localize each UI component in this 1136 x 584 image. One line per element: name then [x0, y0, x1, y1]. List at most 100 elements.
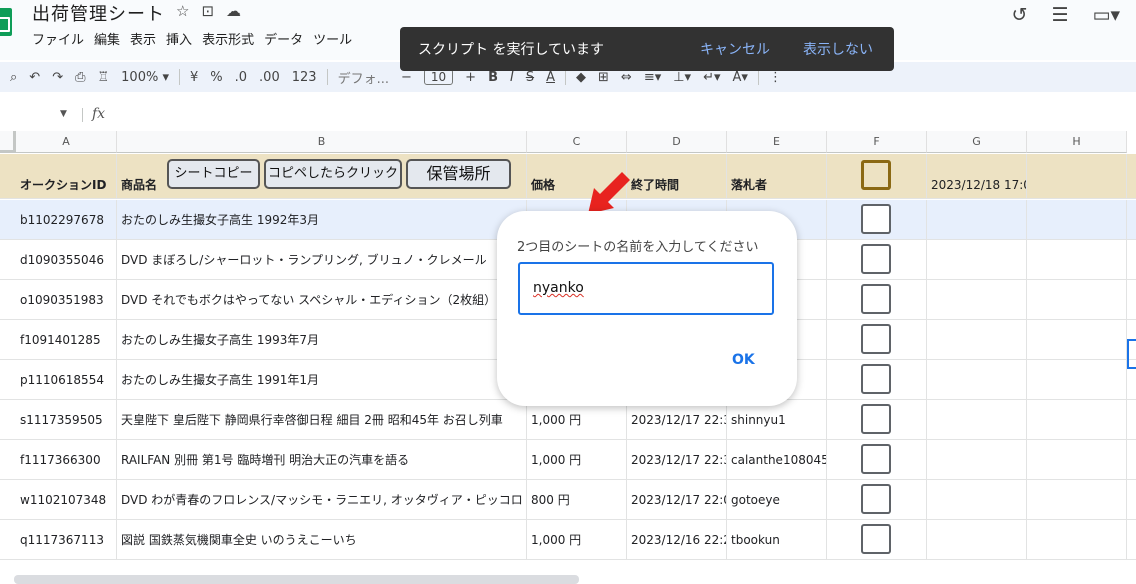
bold-button[interactable]: B	[488, 70, 498, 85]
cell-price[interactable]: 1,000 円	[527, 440, 627, 479]
cell-auction-id[interactable]: o1090351983	[16, 280, 117, 319]
select-all-corner[interactable]	[0, 131, 16, 153]
column-header-e[interactable]: E	[727, 131, 827, 153]
column-header-f[interactable]: F	[827, 131, 927, 153]
cell-g[interactable]	[927, 400, 1027, 439]
print-icon[interactable]: ⎙	[75, 70, 85, 85]
toast-dismiss-button[interactable]: 表示しない	[803, 39, 873, 59]
cell-product-name[interactable]: RAILFAN 別冊 第1号 臨時増刊 明治大正の汽車を語る	[117, 440, 527, 479]
menu-format[interactable]: 表示形式	[202, 29, 254, 48]
cloud-icon[interactable]: ☁	[226, 2, 241, 20]
cell-g[interactable]	[927, 480, 1027, 519]
cell-g[interactable]	[927, 440, 1027, 479]
row-checkbox[interactable]	[861, 284, 891, 314]
row-checkbox[interactable]	[861, 404, 891, 434]
row-checkbox[interactable]	[861, 324, 891, 354]
horizontal-scrollbar[interactable]	[14, 575, 579, 584]
menu-view[interactable]: 表示	[130, 29, 156, 48]
cell-h[interactable]	[1027, 240, 1127, 279]
row-checkbox[interactable]	[861, 364, 891, 394]
cell-g[interactable]	[927, 520, 1027, 559]
vertical-align-icon[interactable]: ⊥▾	[673, 70, 691, 85]
more-options-icon[interactable]: ⋮	[769, 70, 782, 85]
menu-tools[interactable]: ツール	[313, 29, 352, 48]
cell-winner[interactable]: calanthe1080459	[727, 440, 827, 479]
column-header-d[interactable]: D	[627, 131, 727, 153]
header-auction-id[interactable]: オークションID	[16, 154, 117, 198]
cell-h[interactable]	[1027, 520, 1127, 559]
menu-file[interactable]: ファイル	[32, 29, 84, 48]
row-checkbox[interactable]	[861, 444, 891, 474]
name-box-dropdown-icon[interactable]: ▼	[60, 109, 67, 119]
font-select[interactable]: デフォ...	[338, 68, 389, 87]
history-icon[interactable]: ↺	[1012, 4, 1028, 26]
font-size-increase[interactable]: +	[465, 70, 476, 85]
cell-auction-id[interactable]: f1117366300	[16, 440, 117, 479]
cell-product-name[interactable]: 天皇陛下 皇后陛下 静岡県行幸啓御日程 細目 2冊 昭和45年 お召し列車	[117, 400, 527, 439]
toast-cancel-button[interactable]: キャンセル	[700, 39, 770, 59]
column-header-c[interactable]: C	[527, 131, 627, 153]
document-title[interactable]: 出荷管理シート	[32, 0, 165, 26]
menu-insert[interactable]: 挿入	[166, 29, 192, 48]
cell-auction-id[interactable]: d1090355046	[16, 240, 117, 279]
sheets-logo-icon[interactable]	[0, 8, 12, 36]
strikethrough-button[interactable]: S	[526, 70, 534, 85]
cell-g[interactable]	[927, 280, 1027, 319]
header-winner[interactable]: 落札者	[727, 154, 827, 198]
header-date[interactable]: 2023/12/18 17:0	[927, 154, 1027, 198]
column-header-g[interactable]: G	[927, 131, 1027, 153]
cell-product-name[interactable]: DVD それでもボクはやってない スペシャル・エディション（2枚組）	[117, 280, 527, 319]
fill-color-icon[interactable]: ◆	[576, 70, 586, 85]
cell-auction-id[interactable]: q1117367113	[16, 520, 117, 559]
cell-h[interactable]	[1027, 280, 1127, 319]
cell-h[interactable]	[1027, 200, 1127, 239]
storage-location-button[interactable]: 保管場所	[406, 159, 511, 189]
cell-h[interactable]	[1027, 480, 1127, 519]
row-checkbox[interactable]	[861, 244, 891, 274]
cell-product-name[interactable]: おたのしみ生撮女子高生 1993年7月	[117, 320, 527, 359]
text-color-button[interactable]: A	[546, 70, 555, 85]
undo-icon[interactable]: ↶	[29, 70, 40, 85]
video-icon[interactable]: ▭▾	[1093, 4, 1121, 26]
star-icon[interactable]: ☆	[176, 2, 189, 20]
menu-data[interactable]: データ	[264, 29, 303, 48]
text-rotation-icon[interactable]: A▾	[733, 70, 748, 85]
cell-winner[interactable]: tbookun	[727, 520, 827, 559]
sheet-name-input[interactable]: nyanko	[518, 262, 774, 315]
cell-g[interactable]	[927, 200, 1027, 239]
cell-product-name[interactable]: おたのしみ生撮女子高生 1992年3月	[117, 200, 527, 239]
redo-icon[interactable]: ↷	[52, 70, 63, 85]
text-wrap-icon[interactable]: ↵▾	[703, 70, 720, 85]
sheet-copy-button[interactable]: シートコピー	[167, 159, 260, 189]
merge-cells-icon[interactable]: ⇔	[621, 70, 632, 85]
paint-format-icon[interactable]: ♖	[98, 70, 110, 85]
zoom-select[interactable]: 100% ▾	[121, 70, 169, 85]
decrease-decimal-button[interactable]: .0	[235, 70, 247, 85]
dialog-ok-button[interactable]: OK	[732, 352, 755, 368]
increase-decimal-button[interactable]: .00	[259, 70, 280, 85]
cell-h[interactable]	[1027, 440, 1127, 479]
column-header-h[interactable]: H	[1027, 131, 1127, 153]
cell-end-time[interactable]: 2023/12/17 22:3	[627, 440, 727, 479]
cell-end-time[interactable]: 2023/12/17 22:0	[627, 480, 727, 519]
cell-winner[interactable]: gotoeye	[727, 480, 827, 519]
font-size-input[interactable]: 10	[423, 69, 454, 85]
row-checkbox[interactable]	[861, 484, 891, 514]
cell-product-name[interactable]: DVD わが青春のフロレンス/マッシモ・ラニエリ, オッタヴィア・ピッコロ	[117, 480, 527, 519]
paste-click-button[interactable]: コピペしたらクリック	[264, 159, 402, 189]
horizontal-align-icon[interactable]: ≡▾	[644, 70, 661, 85]
more-formats-button[interactable]: 123	[292, 70, 317, 85]
cell-auction-id[interactable]: w1102107348	[16, 480, 117, 519]
percent-format-button[interactable]: %	[210, 70, 222, 85]
cell-g[interactable]	[927, 240, 1027, 279]
cell-g[interactable]	[927, 320, 1027, 359]
cell-price[interactable]: 1,000 円	[527, 520, 627, 559]
cell-auction-id[interactable]: p1110618554	[16, 360, 117, 399]
header-checkbox[interactable]	[861, 160, 891, 190]
cell-h[interactable]	[1027, 320, 1127, 359]
menu-edit[interactable]: 編集	[94, 29, 120, 48]
cell-product-name[interactable]: おたのしみ生撮女子高生 1991年1月	[117, 360, 527, 399]
comment-icon[interactable]: ☰	[1051, 4, 1068, 26]
column-header-a[interactable]: A	[16, 131, 117, 153]
borders-icon[interactable]: ⊞	[598, 70, 609, 85]
